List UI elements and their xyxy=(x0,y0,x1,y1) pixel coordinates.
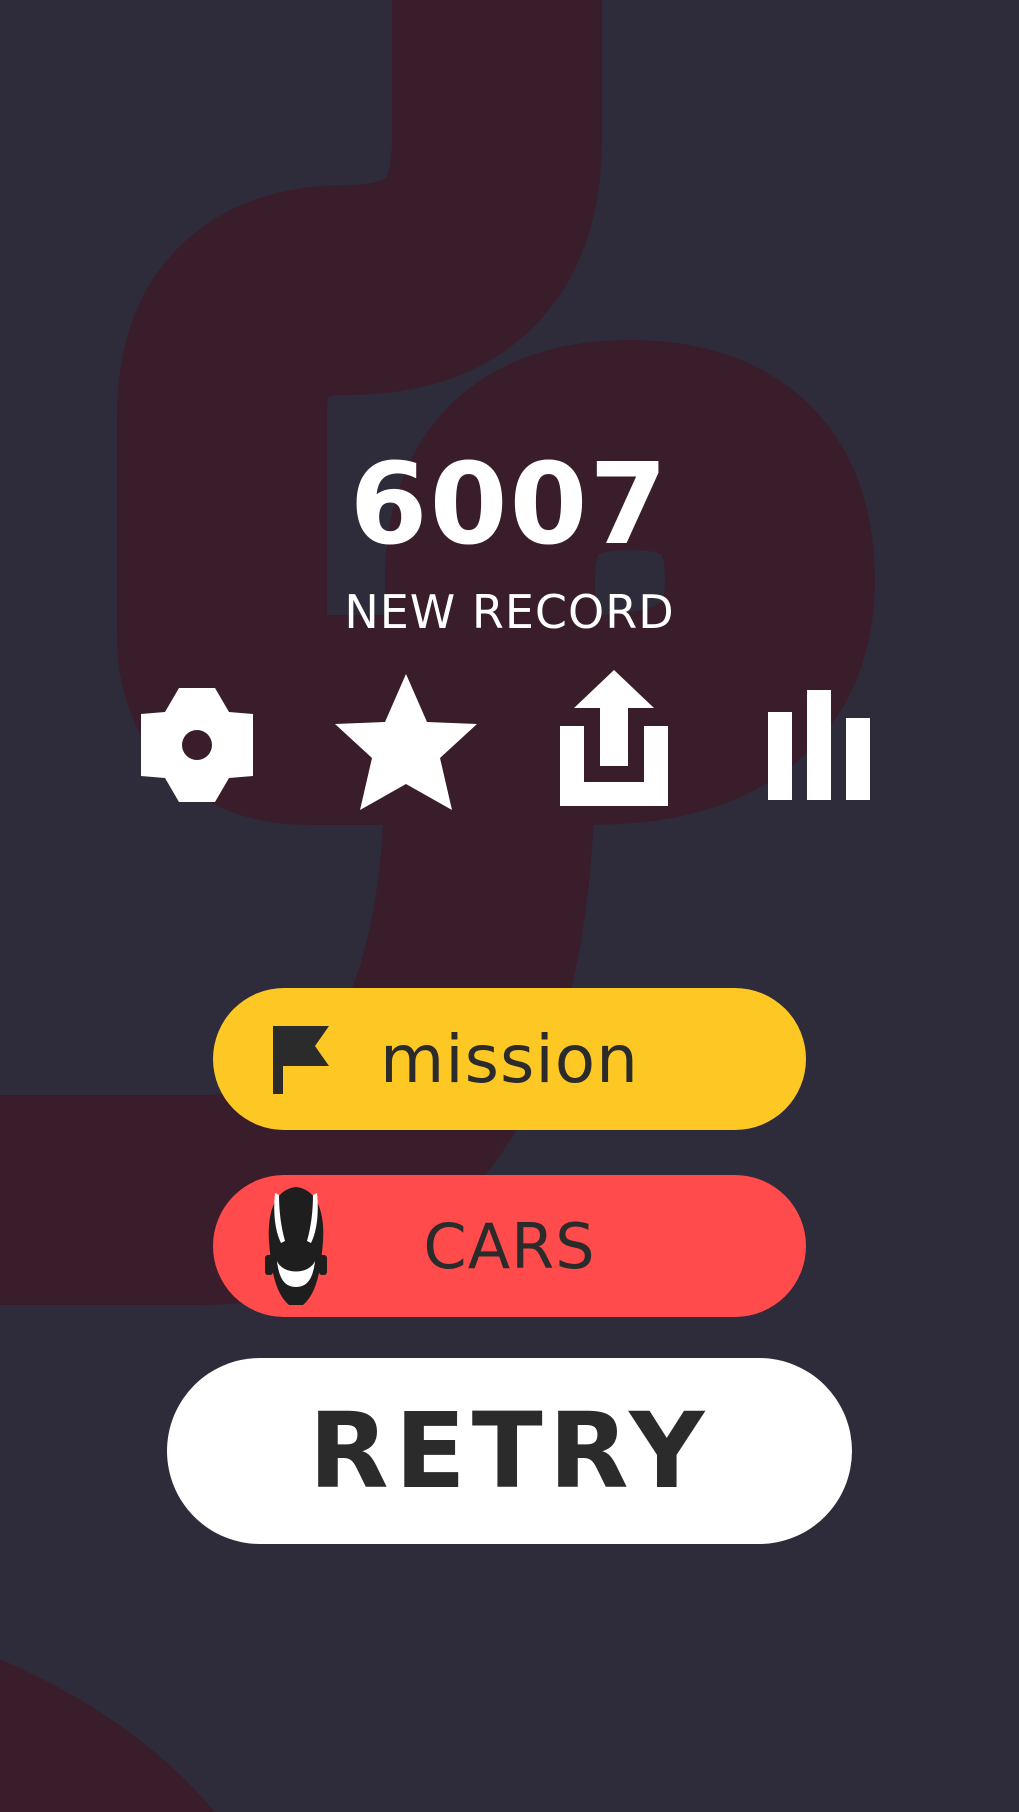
retry-button[interactable]: RETRY xyxy=(167,1358,852,1544)
star-icon xyxy=(335,674,477,810)
cars-label: CARS xyxy=(423,1209,596,1283)
mission-button[interactable]: mission xyxy=(213,988,806,1130)
share-icon xyxy=(560,670,668,806)
gear-icon xyxy=(141,688,253,802)
flag-icon xyxy=(271,1024,331,1100)
new-record-label: NEW RECORD xyxy=(344,585,675,639)
bar-chart-icon xyxy=(768,690,870,800)
settings-button[interactable] xyxy=(137,680,257,810)
game-over-screen: 6007 NEW RECORD mission CARS RETRY xyxy=(0,0,1019,1812)
score-value: 6007 xyxy=(349,440,670,570)
mission-label: mission xyxy=(380,1020,639,1098)
cars-button[interactable]: CARS xyxy=(213,1175,806,1317)
share-button[interactable] xyxy=(558,668,670,808)
car-icon xyxy=(263,1183,329,1313)
rate-button[interactable] xyxy=(333,672,479,812)
leaderboard-button[interactable] xyxy=(766,688,872,802)
retry-label: RETRY xyxy=(308,1390,711,1512)
